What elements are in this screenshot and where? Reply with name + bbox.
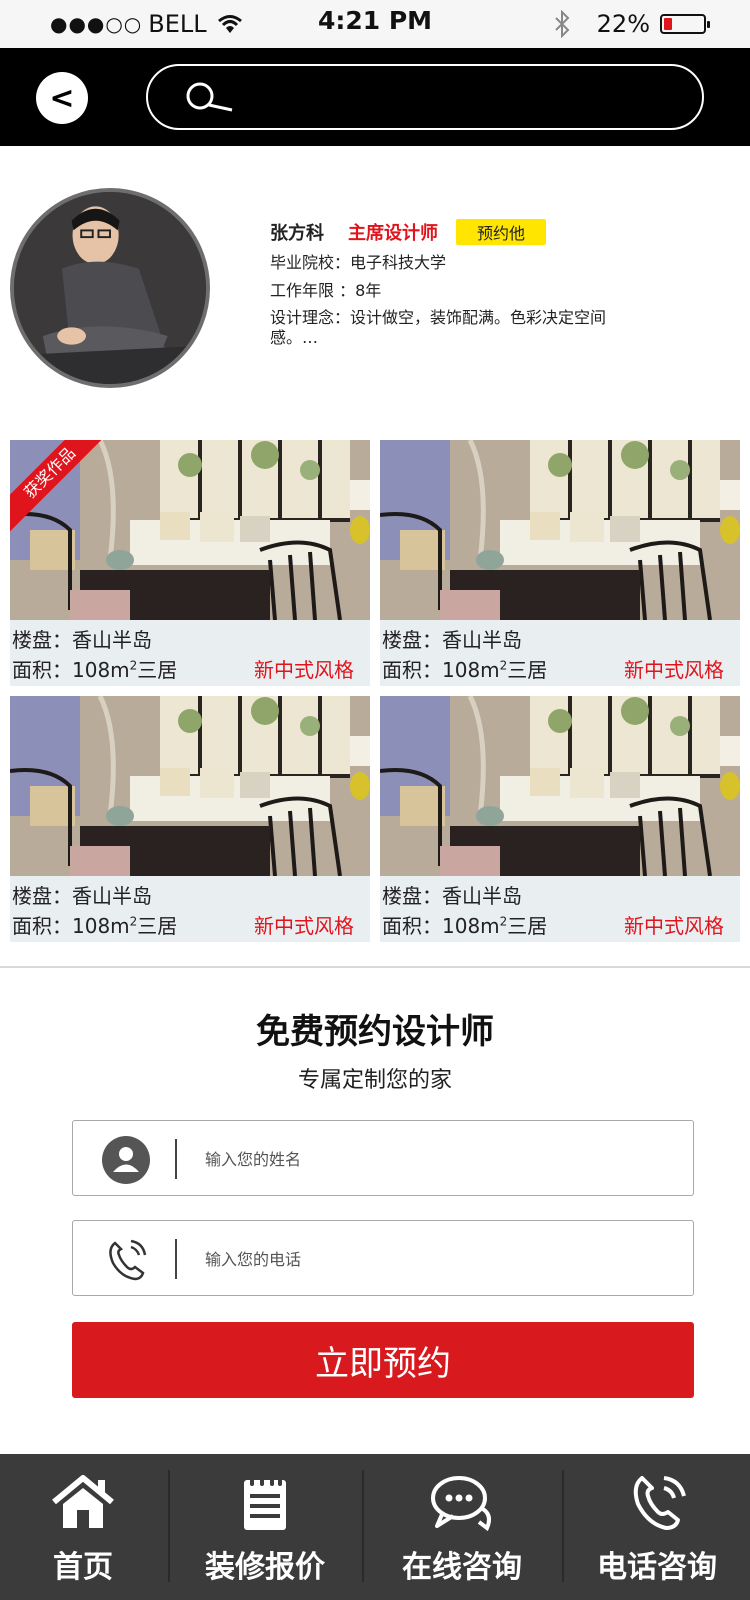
area-prefix: 面积：108m: [12, 658, 130, 682]
tab-phone[interactable]: 电话咨询: [564, 1454, 750, 1600]
name-field[interactable]: 输入您的姓名: [72, 1120, 694, 1196]
project-image: [380, 440, 740, 620]
project-photo: [10, 696, 370, 876]
designer-photo: [14, 192, 206, 384]
project-name: 楼盘：香山半岛: [12, 628, 152, 652]
designer-name-row: 张方科 主席设计师 预约他: [270, 218, 610, 246]
project-style: 新中式风格: [254, 658, 354, 682]
phone-field[interactable]: 输入您的电话: [72, 1220, 694, 1296]
tab-phone-label: 电话咨询: [597, 1550, 717, 1585]
tab-quote[interactable]: 装修报价: [170, 1454, 360, 1600]
section-divider: [0, 966, 750, 968]
project-photo: 获奖作品: [10, 440, 370, 620]
name-placeholder: 输入您的姓名: [205, 1150, 302, 1169]
user-icon: [102, 1136, 150, 1184]
area-prefix: 面积：108m: [382, 658, 500, 682]
tab-home-label: 首页: [53, 1550, 113, 1585]
project-area: 面积：108m2三居: [12, 654, 177, 683]
phone-icon: [633, 1476, 686, 1530]
chat-icon: [431, 1476, 491, 1532]
project-image: [10, 696, 370, 876]
area-prefix: 面积：108m: [12, 914, 130, 938]
search-input[interactable]: [146, 64, 704, 130]
designer-school: 毕业院校：电子科技大学: [270, 253, 447, 272]
project-photo: [380, 440, 740, 620]
designer-years: 工作年限 ：8年: [270, 281, 382, 300]
phone-icon: [109, 1239, 147, 1281]
area-prefix: 面积：108m: [382, 914, 500, 938]
project-card-2[interactable]: 楼盘：香山半岛 面积：108m2三居 新中式风格: [380, 440, 740, 686]
battery-percent: 22%: [596, 10, 650, 38]
project-area: 面积：108m2三居: [382, 654, 547, 683]
project-photo: [380, 696, 740, 876]
project-style: 新中式风格: [624, 914, 724, 938]
notepad-icon: [244, 1476, 286, 1530]
top-nav: <: [0, 48, 750, 146]
battery-level: [664, 18, 672, 30]
field-separator: [175, 1139, 177, 1179]
designer-profile: 张方科 主席设计师 预约他 毕业院校：电子科技大学 工作年限 ：8年 设计理念：…: [270, 218, 610, 348]
home-icon: [52, 1475, 114, 1528]
back-icon: <: [49, 80, 75, 116]
area-suffix: 三居: [137, 914, 178, 938]
book-designer-button[interactable]: 预约他: [456, 219, 546, 245]
bottom-tab-bar: 首页 装修报价 在线咨询 电话咨询: [0, 1454, 750, 1600]
project-card-3[interactable]: 楼盘：香山半岛 面积：108m2三居 新中式风格: [10, 696, 370, 942]
project-style: 新中式风格: [254, 914, 354, 938]
project-card-4[interactable]: 楼盘：香山半岛 面积：108m2三居 新中式风格: [380, 696, 740, 942]
designer-avatar: [10, 188, 210, 388]
project-card-1[interactable]: 获奖作品 楼盘：香山半岛 面积：108m2三居 新中式风格: [10, 440, 370, 686]
project-area: 面积：108m2三居: [382, 910, 547, 939]
designer-title: 主席设计师: [348, 223, 438, 244]
project-name: 楼盘：香山半岛: [382, 884, 522, 908]
battery-icon: [660, 14, 710, 34]
area-suffix: 三居: [507, 658, 548, 682]
designer-name: 张方科: [270, 223, 324, 244]
phone-placeholder: 输入您的电话: [205, 1250, 302, 1269]
tab-online-chat-label: 在线咨询: [402, 1550, 522, 1585]
search-icon: [186, 82, 233, 112]
submit-booking-button[interactable]: 立即预约: [72, 1322, 694, 1398]
project-name: 楼盘：香山半岛: [382, 628, 522, 652]
project-image: [380, 696, 740, 876]
tab-online-chat[interactable]: 在线咨询: [364, 1454, 560, 1600]
booking-subtitle: 专属定制您的家: [297, 1068, 452, 1093]
back-button[interactable]: <: [36, 72, 88, 124]
bluetooth-icon: [554, 10, 570, 38]
project-style: 新中式风格: [624, 658, 724, 682]
field-separator: [175, 1239, 177, 1279]
tab-home[interactable]: 首页: [0, 1454, 166, 1600]
booking-title: 免费预约设计师: [256, 1012, 494, 1052]
area-suffix: 三居: [507, 914, 548, 938]
area-suffix: 三居: [137, 658, 178, 682]
project-name: 楼盘：香山半岛: [12, 884, 152, 908]
status-bar: ●●●○○ BELL 4:21 PM 22%: [0, 0, 750, 48]
project-area: 面积：108m2三居: [12, 910, 177, 939]
tab-quote-label: 装修报价: [205, 1550, 325, 1585]
designer-philosophy: 设计理念：设计做空，装饰配满。色彩决定空间感。…: [270, 308, 607, 347]
status-right: 22%: [553, 8, 710, 40]
